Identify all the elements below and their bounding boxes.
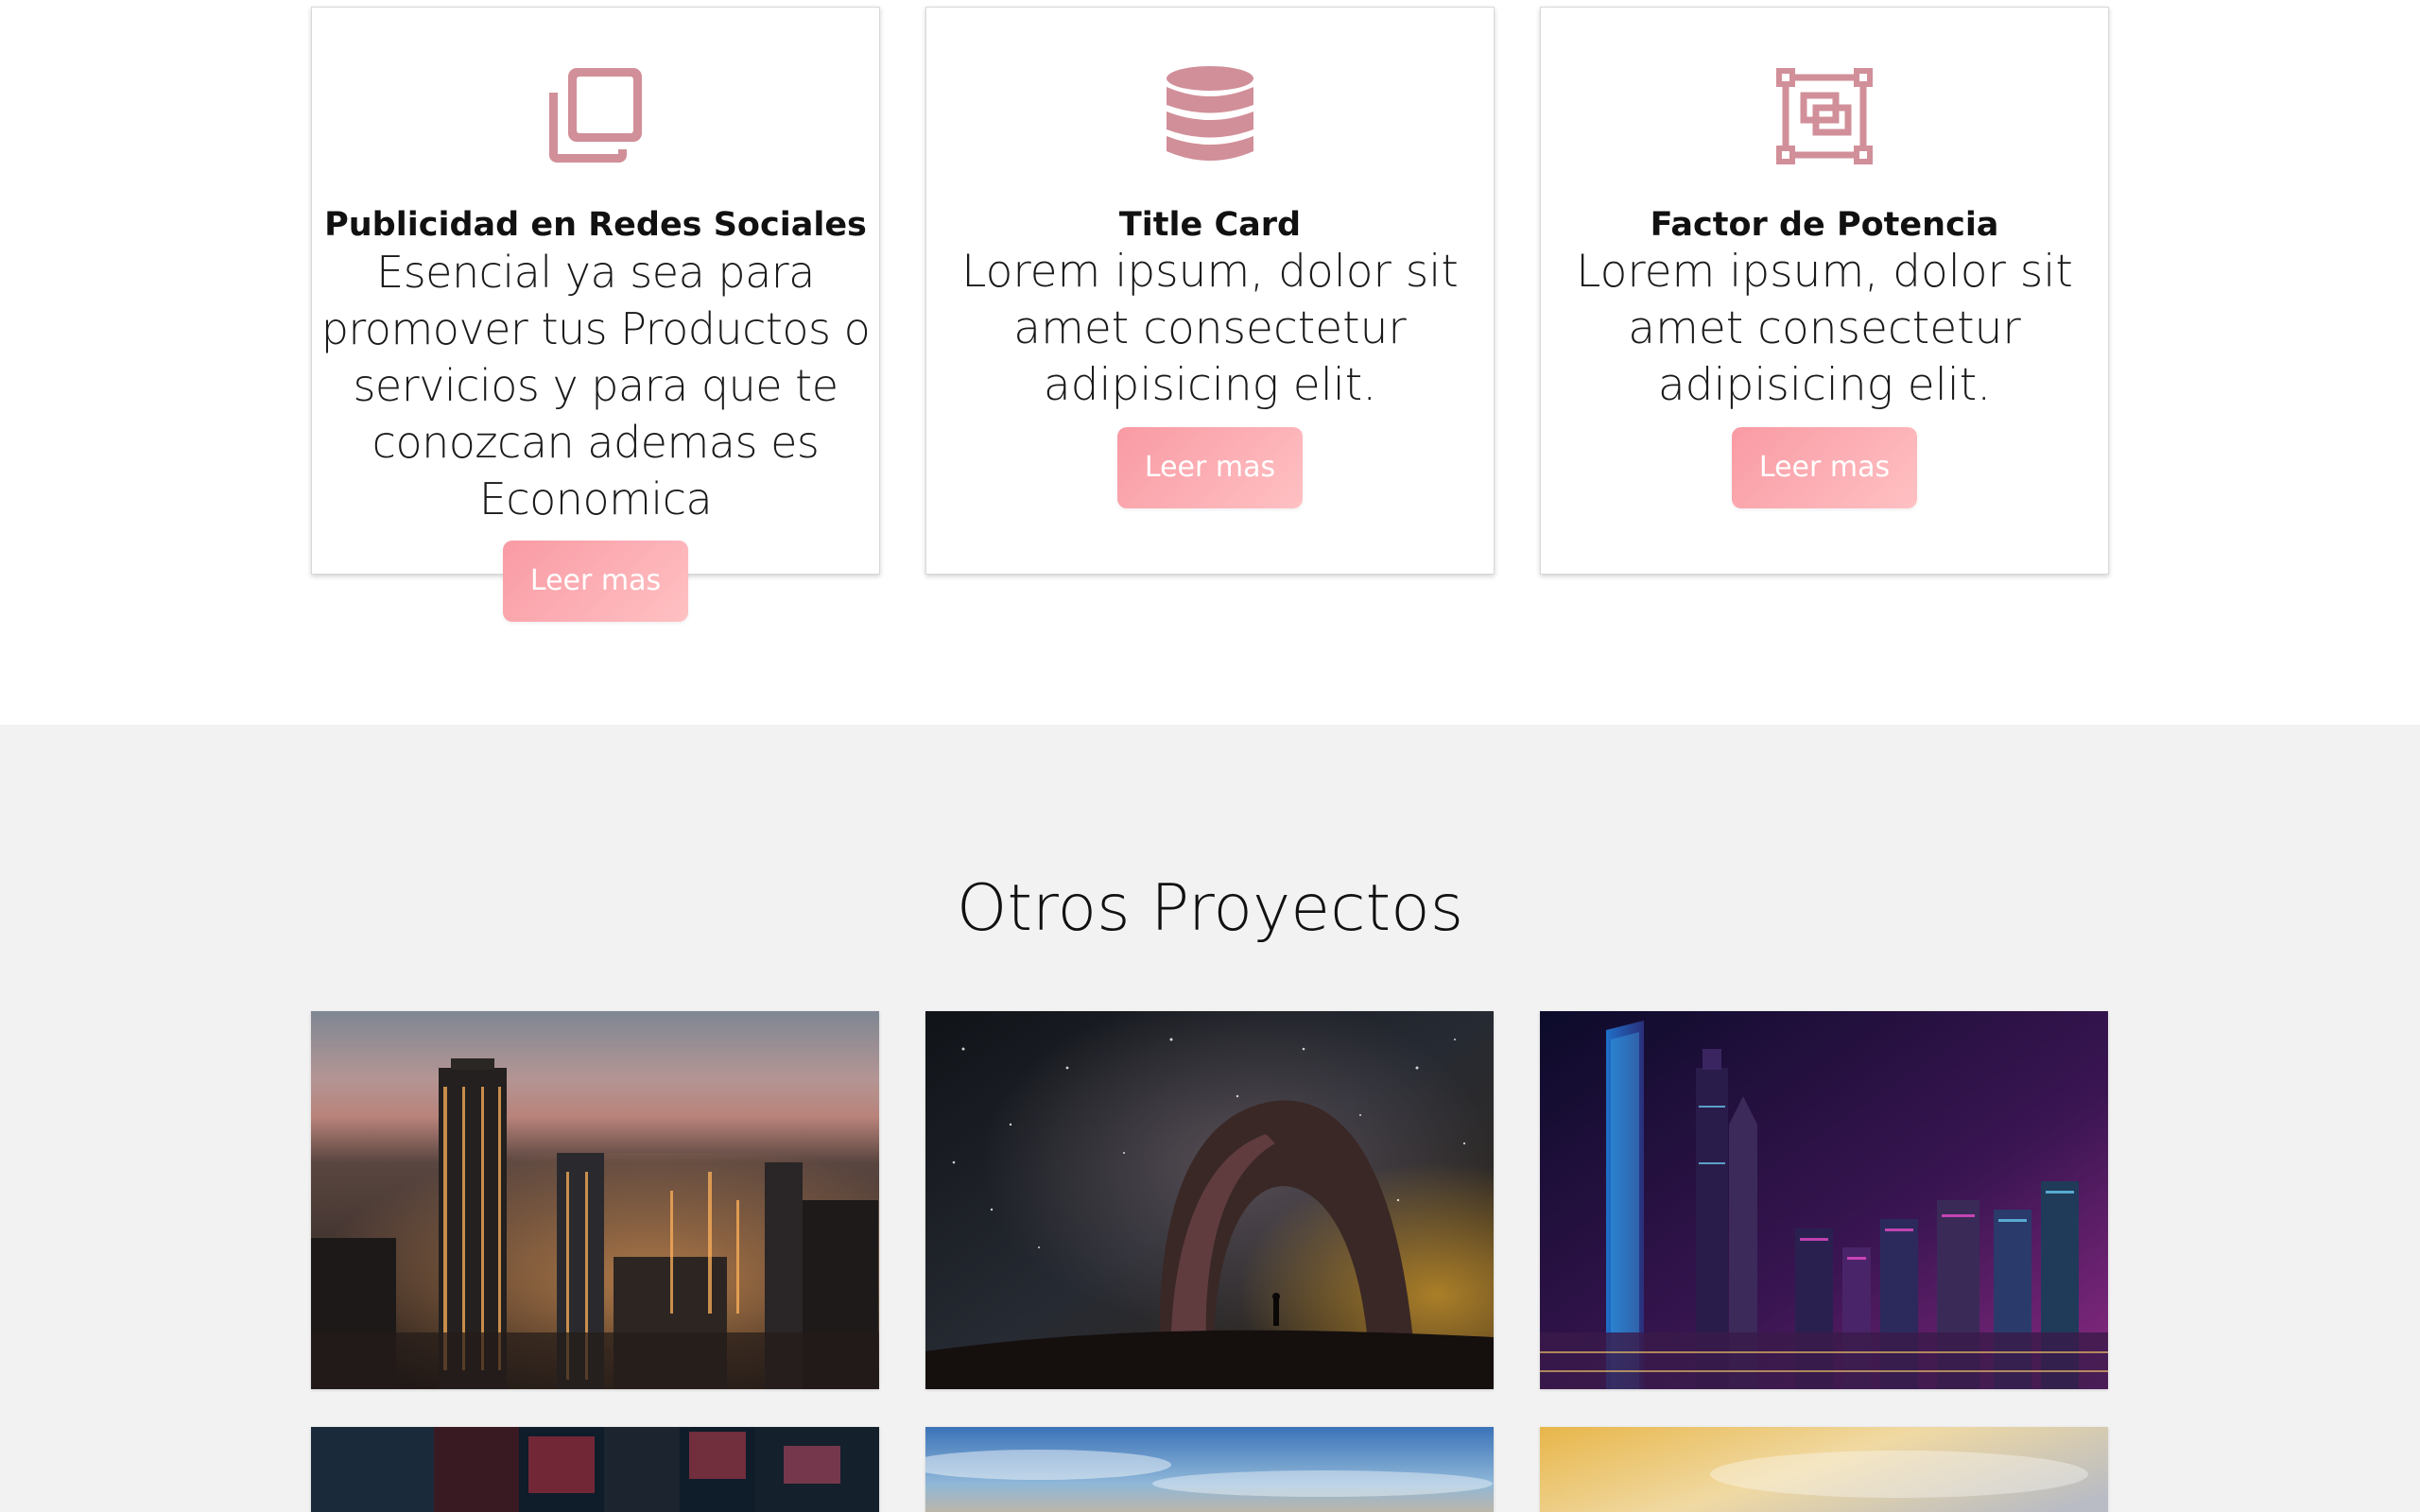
read-more-button[interactable]: Leer mas	[1117, 427, 1303, 508]
card-description: Lorem ipsum, dolor sit amet consectetur …	[961, 246, 1459, 411]
starry-sky-arch-image[interactable]	[925, 1011, 1494, 1389]
card-title: Title Card	[1118, 206, 1302, 244]
page: Publicidad en Redes Sociales Esencial ya…	[0, 0, 2420, 1512]
read-more-button[interactable]: Leer mas	[503, 541, 688, 622]
copy-icon	[544, 64, 648, 168]
golden-sky-image[interactable]	[1540, 1427, 2108, 1512]
card-description: Lorem ipsum, dolor sit amet consectetur …	[1576, 246, 2073, 411]
neon-street-image[interactable]	[311, 1427, 879, 1512]
card-title: Factor de Potencia	[1650, 206, 1999, 244]
projects-section: Otros Proyectos	[0, 725, 2420, 1512]
read-more-button[interactable]: Leer mas	[1732, 427, 1917, 508]
object-group-icon	[1772, 64, 1876, 168]
sunset-sky-image[interactable]	[925, 1427, 1494, 1512]
card-title: Publicidad en Redes Sociales	[324, 206, 867, 244]
section-title: Otros Proyectos	[956, 871, 1464, 946]
city-night-skyline-image[interactable]	[311, 1011, 879, 1389]
service-card-social-ads: Publicidad en Redes Sociales Esencial ya…	[311, 7, 880, 622]
service-card-power-factor: Factor de Potencia Lorem ipsum, dolor si…	[1540, 7, 2109, 575]
service-card-title-card: Title Card Lorem ipsum, dolor sit amet c…	[925, 7, 1495, 575]
services-section: Publicidad en Redes Sociales Esencial ya…	[0, 0, 2420, 725]
database-icon	[1158, 64, 1262, 168]
neon-skyscrapers-image[interactable]	[1540, 1011, 2108, 1389]
card-description: Esencial ya sea para promover tus Produc…	[320, 247, 871, 524]
